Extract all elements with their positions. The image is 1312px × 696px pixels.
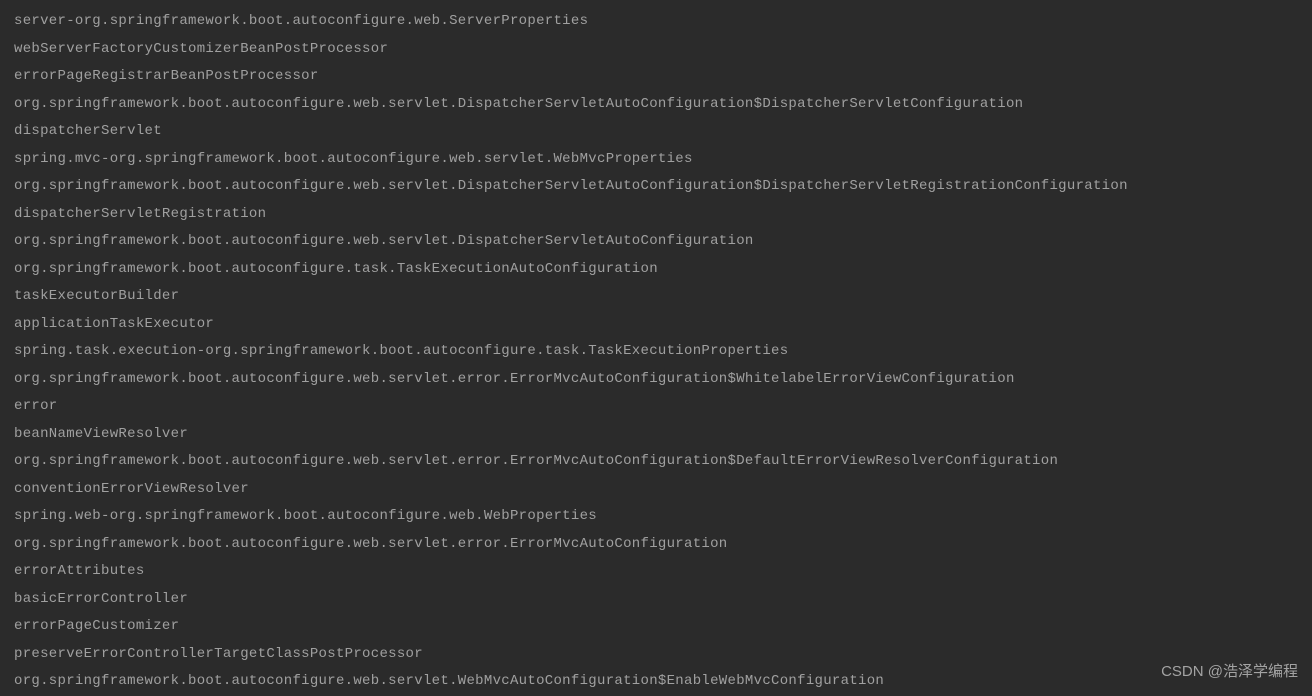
log-line: webServerFactoryCustomizerBeanPostProces… xyxy=(14,36,1298,64)
log-line: error xyxy=(14,393,1298,421)
log-line: basicErrorController xyxy=(14,586,1298,614)
log-line: org.springframework.boot.autoconfigure.t… xyxy=(14,256,1298,284)
log-line: beanNameViewResolver xyxy=(14,421,1298,449)
log-line: org.springframework.boot.autoconfigure.w… xyxy=(14,531,1298,559)
log-line: errorPageCustomizer xyxy=(14,613,1298,641)
log-line: dispatcherServletRegistration xyxy=(14,201,1298,229)
console-output: server-org.springframework.boot.autoconf… xyxy=(14,8,1298,696)
log-line: org.springframework.boot.autoconfigure.w… xyxy=(14,173,1298,201)
log-line: spring.mvc-org.springframework.boot.auto… xyxy=(14,146,1298,174)
log-line: applicationTaskExecutor xyxy=(14,311,1298,339)
log-line: errorAttributes xyxy=(14,558,1298,586)
log-line: server-org.springframework.boot.autoconf… xyxy=(14,8,1298,36)
log-line: taskExecutorBuilder xyxy=(14,283,1298,311)
log-line: org.springframework.boot.autoconfigure.w… xyxy=(14,91,1298,119)
log-line: org.springframework.boot.autoconfigure.w… xyxy=(14,366,1298,394)
log-line: errorPageRegistrarBeanPostProcessor xyxy=(14,63,1298,91)
log-line: org.springframework.boot.autoconfigure.w… xyxy=(14,448,1298,476)
watermark-label: CSDN @浩泽学编程 xyxy=(1161,658,1298,686)
log-line: org.springframework.boot.autoconfigure.w… xyxy=(14,228,1298,256)
log-line: conventionErrorViewResolver xyxy=(14,476,1298,504)
log-line: spring.task.execution-org.springframewor… xyxy=(14,338,1298,366)
log-line: spring.web-org.springframework.boot.auto… xyxy=(14,503,1298,531)
log-line: org.springframework.boot.autoconfigure.w… xyxy=(14,668,1298,696)
log-line: preserveErrorControllerTargetClassPostPr… xyxy=(14,641,1298,669)
log-line: dispatcherServlet xyxy=(14,118,1298,146)
